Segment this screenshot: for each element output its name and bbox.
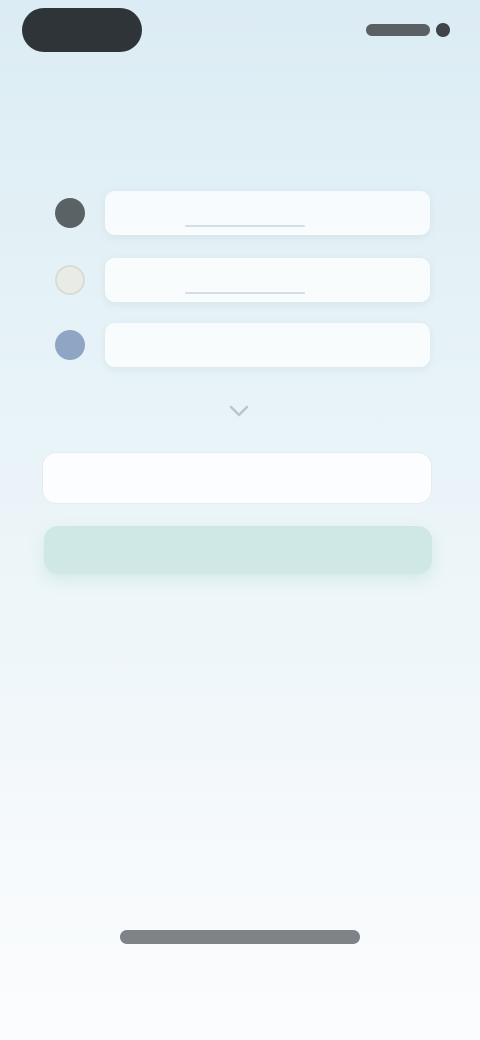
option-row-3[interactable] [55,320,430,370]
footer-link[interactable] [118,922,362,952]
status-time-pill [22,8,142,52]
chevron-down-icon[interactable] [224,396,254,426]
text-input[interactable] [42,452,432,504]
screen [0,0,480,1040]
option-divider-1 [185,225,305,227]
option-row-1[interactable] [55,188,430,238]
option-row-2[interactable] [55,255,430,305]
option-divider-2 [185,292,305,294]
option-1-icon[interactable] [55,198,85,228]
footer-link-bar [120,930,360,944]
option-3-icon[interactable] [55,330,85,360]
signal-icon [366,24,430,36]
option-2-icon[interactable] [55,265,85,295]
battery-icon [436,23,450,37]
option-card-1[interactable] [105,191,430,235]
option-card-2[interactable] [105,258,430,302]
primary-button[interactable] [44,526,432,574]
header-link[interactable] [262,68,452,84]
option-card-3[interactable] [105,323,430,367]
status-icons [352,20,450,40]
